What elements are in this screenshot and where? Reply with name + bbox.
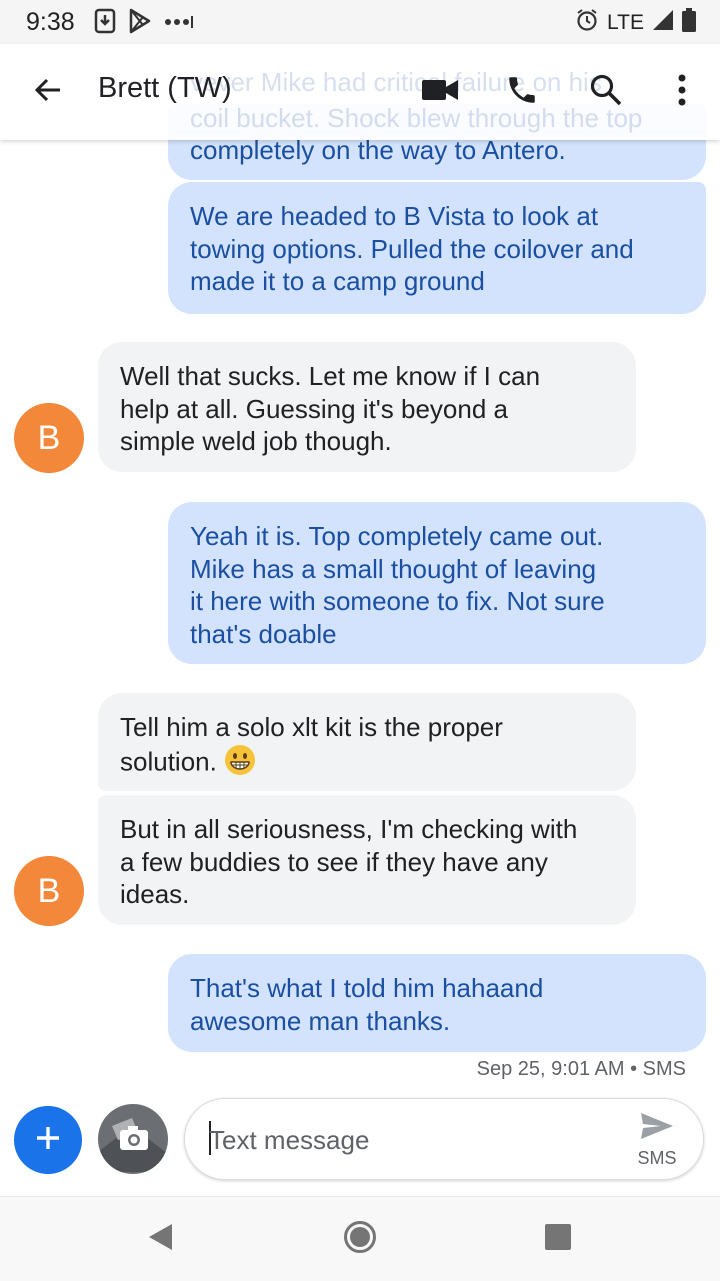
message-input[interactable] <box>207 1119 611 1161</box>
message-line: simple weld job though. <box>120 426 392 456</box>
scrolled-line: coil bucket. Shock blew through the top <box>190 103 643 133</box>
message-line: We are headed to B Vista to look at <box>190 201 599 231</box>
message-thread[interactable]: completely on the way to Antero. We are … <box>0 44 720 1084</box>
network-label: LTE <box>607 11 644 34</box>
more-options-button[interactable] <box>660 70 704 114</box>
search-button[interactable] <box>584 70 628 114</box>
message-line: made it to a camp ground <box>190 266 485 296</box>
nav-home-button[interactable] <box>340 1219 380 1259</box>
message-line: That's what I told him hahaand <box>190 973 544 1003</box>
more-vert-icon <box>677 74 687 111</box>
message-line: Yeah it is. Top completely came out. <box>190 521 604 551</box>
message-line: ideas. <box>120 879 190 909</box>
avatar[interactable]: B <box>14 856 84 926</box>
message-line: towing options. Pulled the coilover and <box>190 233 634 264</box>
phone-icon <box>505 73 539 112</box>
message-bubble-incoming[interactable]: But in all seriousness, I'm checking wit… <box>98 795 636 925</box>
avatar-initial: B <box>37 871 61 910</box>
search-icon <box>589 73 623 112</box>
arrow-back-icon <box>32 74 64 111</box>
circle-home-icon <box>343 1220 377 1259</box>
message-line: a few buddies to see if they have any <box>120 846 548 877</box>
grinning-emoji-icon <box>224 744 256 784</box>
nav-recents-button[interactable] <box>538 1219 578 1259</box>
video-call-button[interactable] <box>418 70 462 114</box>
message-bubble-outgoing[interactable]: That's what I told him hahaand awesome m… <box>168 954 706 1052</box>
message-composer: SMS <box>0 1090 720 1195</box>
message-line: awesome man thanks. <box>190 1005 451 1036</box>
send-button[interactable]: SMS <box>625 1111 689 1171</box>
avatar-initial: B <box>37 418 61 457</box>
download-icon <box>94 8 116 39</box>
video-call-icon <box>422 78 458 107</box>
message-bubble-incoming[interactable]: Well that sucks. Let me know if I can he… <box>98 342 636 472</box>
message-bubble-outgoing[interactable]: Yeah it is. Top completely came out. Mik… <box>168 502 706 664</box>
battery-icon <box>682 8 696 38</box>
send-icon <box>639 1111 675 1146</box>
message-line: that's doable <box>190 618 337 649</box>
message-line: it here with someone to fix. Not sure <box>190 586 605 616</box>
plus-icon <box>35 1125 61 1156</box>
send-mode-label: SMS <box>637 1148 677 1168</box>
status-system: LTE <box>575 8 696 38</box>
message-line: But in all seriousness, I'm checking wit… <box>120 814 578 844</box>
message-line: help at all. Guessing it's beyond a <box>120 393 508 424</box>
play-store-icon <box>128 8 152 39</box>
app-bar: vever Mike had critical failure on his c… <box>0 44 720 140</box>
message-bubble-incoming[interactable]: Tell him a solo xlt kit is the proper so… <box>98 693 636 791</box>
scrolled-message-behind: vever Mike had critical failure on his c… <box>190 64 642 136</box>
camera-icon <box>98 1104 168 1174</box>
back-button[interactable] <box>26 70 70 114</box>
scrolled-line: vever Mike had critical failure on his <box>190 67 602 97</box>
camera-button[interactable] <box>98 1104 168 1174</box>
message-text: solution. <box>120 746 217 777</box>
message-line-with-emoji: solution. <box>120 744 614 784</box>
status-notifications <box>94 8 194 39</box>
alarm-icon <box>575 8 599 38</box>
conversation-title[interactable]: Brett (TW) <box>98 72 232 105</box>
status-time: 9:38 <box>26 8 75 36</box>
message-input-container[interactable]: SMS <box>184 1098 704 1180</box>
message-line: Mike has a small thought of leaving <box>190 553 597 584</box>
message-line: Well that sucks. Let me know if I can <box>120 361 541 391</box>
message-line: Tell him a solo xlt kit is the proper <box>120 712 503 742</box>
avatar[interactable]: B <box>14 403 84 473</box>
square-recents-icon <box>544 1223 572 1256</box>
phone-call-button[interactable] <box>500 70 544 114</box>
signal-icon <box>652 9 674 37</box>
add-attachment-button[interactable] <box>14 1106 82 1174</box>
message-bubble-outgoing[interactable]: We are headed to B Vista to look at towi… <box>168 182 706 314</box>
nav-back-button[interactable] <box>140 1219 180 1259</box>
triangle-back-icon <box>146 1222 174 1257</box>
message-timestamp: Sep 25, 9:01 AM • SMS <box>476 1058 686 1080</box>
status-bar: 9:38 LTE <box>0 0 720 44</box>
more-dots-icon <box>164 15 194 33</box>
system-nav-bar <box>0 1196 720 1281</box>
